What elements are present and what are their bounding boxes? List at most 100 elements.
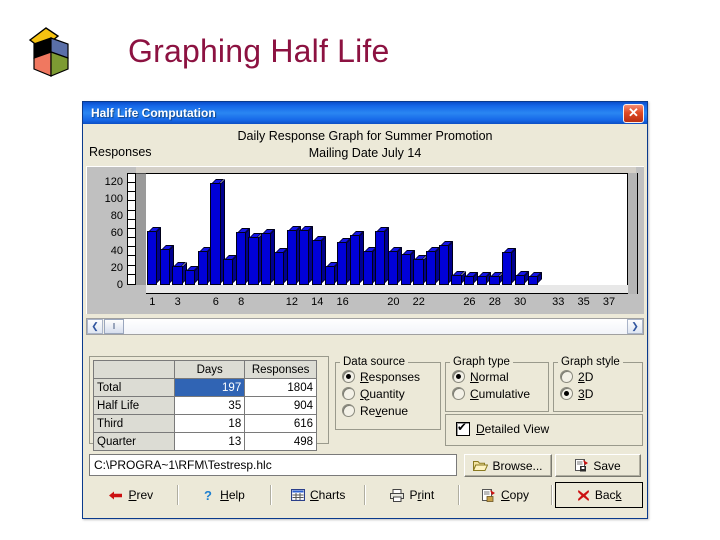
chart-bar xyxy=(273,248,288,285)
grid-chart-icon xyxy=(291,489,305,501)
scroll-left-button[interactable]: ❮ xyxy=(87,319,103,334)
save-button[interactable]: Save xyxy=(555,454,641,477)
chart-title: Daily Response Graph for Summer Promotio… xyxy=(83,128,647,162)
table-cell-responses[interactable]: 498 xyxy=(244,432,317,451)
option-label: Responses xyxy=(360,369,421,384)
chart-bar xyxy=(311,236,327,285)
dialog-titlebar: Half Life Computation ✕ xyxy=(83,102,647,124)
radio-icon xyxy=(452,370,465,383)
detailed-view-label: Detailed View xyxy=(476,421,550,436)
table-row-label: Total xyxy=(92,378,176,397)
x-axis-tick-labels: 1 3 6 8 12 14 16 20 22 26 28 30 33 35 37 xyxy=(146,295,638,311)
toolbar-button-label: Copy xyxy=(501,488,530,502)
chart-bar xyxy=(324,262,339,285)
table-row-label: Quarter xyxy=(92,432,176,451)
summary-table-panel: Days Responses Total 197 1804 Half Life 35 904… xyxy=(89,356,329,451)
save-button-label: Save xyxy=(593,458,621,473)
x-tick-label: 16 xyxy=(336,296,349,308)
table-cell-days[interactable]: 18 xyxy=(174,414,246,433)
toolbar-button-label: Print xyxy=(409,488,435,502)
table-row[interactable]: Total 197 1804 xyxy=(92,378,317,397)
data-source-group: Data source Responses Quantity Revenue xyxy=(335,356,441,430)
graph-panel: Daily Response Graph for Summer Promotio… xyxy=(83,124,647,356)
table-row[interactable]: Half Life 35 904 xyxy=(92,396,317,415)
chart-bar xyxy=(185,266,200,285)
data-source-option-quantity[interactable]: Quantity xyxy=(336,385,440,402)
chart-horizontal-scrollbar[interactable]: ❮ ‖ ❯ xyxy=(86,318,644,335)
chart-bar xyxy=(464,272,479,285)
graph-style-option-2d[interactable]: 2D xyxy=(554,368,642,385)
toolbar-button-back[interactable]: Back xyxy=(555,482,644,508)
toolbar-button-copy[interactable]: Copy xyxy=(461,482,550,508)
scroll-right-button[interactable]: ❯ xyxy=(627,319,643,334)
file-path-input[interactable] xyxy=(89,454,457,476)
graph-style-legend: Graph style xyxy=(561,356,620,368)
chart-bar xyxy=(400,250,415,285)
detailed-view-checkbox[interactable]: Detailed View xyxy=(446,420,642,437)
browse-button-label: Browse... xyxy=(492,458,543,473)
chart-bar xyxy=(375,226,390,285)
option-label: Revenue xyxy=(360,403,409,418)
chart-bar xyxy=(502,248,517,285)
chart-right-wall xyxy=(628,173,638,294)
graph-type-option-normal[interactable]: Normal xyxy=(446,368,548,385)
table-column-header: Days xyxy=(174,360,246,379)
chart-bar xyxy=(235,227,250,285)
table-cell-responses[interactable]: 616 xyxy=(244,414,317,433)
option-label: 3D xyxy=(578,386,594,401)
table-cell-days[interactable]: 13 xyxy=(174,432,246,451)
data-source-option-responses[interactable]: Responses xyxy=(336,368,440,385)
chart-bar xyxy=(527,272,542,285)
chart-back-wall-side xyxy=(136,167,146,285)
data-source-option-revenue[interactable]: Revenue xyxy=(336,402,440,419)
y-tick-label: 80 xyxy=(110,210,123,223)
page-title: Graphing Half Life xyxy=(128,33,390,69)
toolbar-button-label: Back xyxy=(594,488,622,502)
chart-floor xyxy=(146,285,638,294)
chart-bar xyxy=(514,270,529,285)
chart-bar xyxy=(438,241,453,285)
table-row-label: Half Life xyxy=(92,396,176,415)
toolbar-button-label: Prev xyxy=(128,488,154,502)
scrollbar-thumb[interactable]: ‖ xyxy=(104,319,124,334)
y-axis-label: Responses xyxy=(89,145,152,159)
toolbar-button-charts[interactable]: Charts xyxy=(274,482,363,508)
toolbar-separator xyxy=(551,485,554,505)
table-row[interactable]: Third 18 616 xyxy=(92,414,317,433)
radio-icon xyxy=(560,387,573,400)
chart-bar xyxy=(451,270,466,285)
table-cell-responses[interactable]: 904 xyxy=(244,396,317,415)
x-tick-label: 33 xyxy=(552,296,565,308)
chart-title-line1: Daily Response Graph for Summer Promotio… xyxy=(237,129,493,143)
open-box-logo xyxy=(20,22,82,84)
graph-type-option-cumulative[interactable]: Cumulative xyxy=(446,385,548,402)
toolbar-separator xyxy=(457,485,460,505)
graph-style-group: Graph style 2D 3D xyxy=(553,356,643,412)
toolbar-button-help[interactable]: ? Help xyxy=(180,482,269,508)
table-cell-days[interactable]: 35 xyxy=(174,396,246,415)
y-tick-label: 0 xyxy=(116,279,123,291)
bars-container xyxy=(146,173,628,285)
table-cell-responses[interactable]: 1804 xyxy=(244,378,317,397)
scrollbar-track[interactable] xyxy=(124,319,627,334)
graph-style-option-3d[interactable]: 3D xyxy=(554,385,642,402)
y-tick-label: 20 xyxy=(110,261,123,274)
toolbar-button-print[interactable]: Print xyxy=(368,482,456,508)
toolbar-separator xyxy=(270,485,273,505)
y-axis-ruler xyxy=(127,173,136,285)
chart-bar xyxy=(261,229,276,285)
browse-button[interactable]: Browse... xyxy=(464,454,552,477)
x-tick-label: 6 xyxy=(212,296,219,308)
toolbar-button-prev[interactable]: Prev xyxy=(87,482,175,508)
table-cell-days[interactable]: 197 xyxy=(174,378,246,397)
checkbox-icon xyxy=(456,420,470,436)
chart-bar xyxy=(248,232,263,285)
summary-table: Days Responses Total 197 1804 Half Life 35 904… xyxy=(92,360,317,451)
question-mark-icon: ? xyxy=(204,489,215,502)
x-tick-label: 30 xyxy=(514,296,527,308)
table-row[interactable]: Quarter 13 498 xyxy=(92,432,317,451)
chart-bar xyxy=(489,272,504,285)
x-tick-label: 22 xyxy=(412,296,425,308)
chart-plot-area: 0 20 40 60 80 100 120 1 3 6 8 12 14 16 20 22 26 28 30 33 35… xyxy=(86,166,644,314)
close-icon[interactable]: ✕ xyxy=(623,104,644,123)
